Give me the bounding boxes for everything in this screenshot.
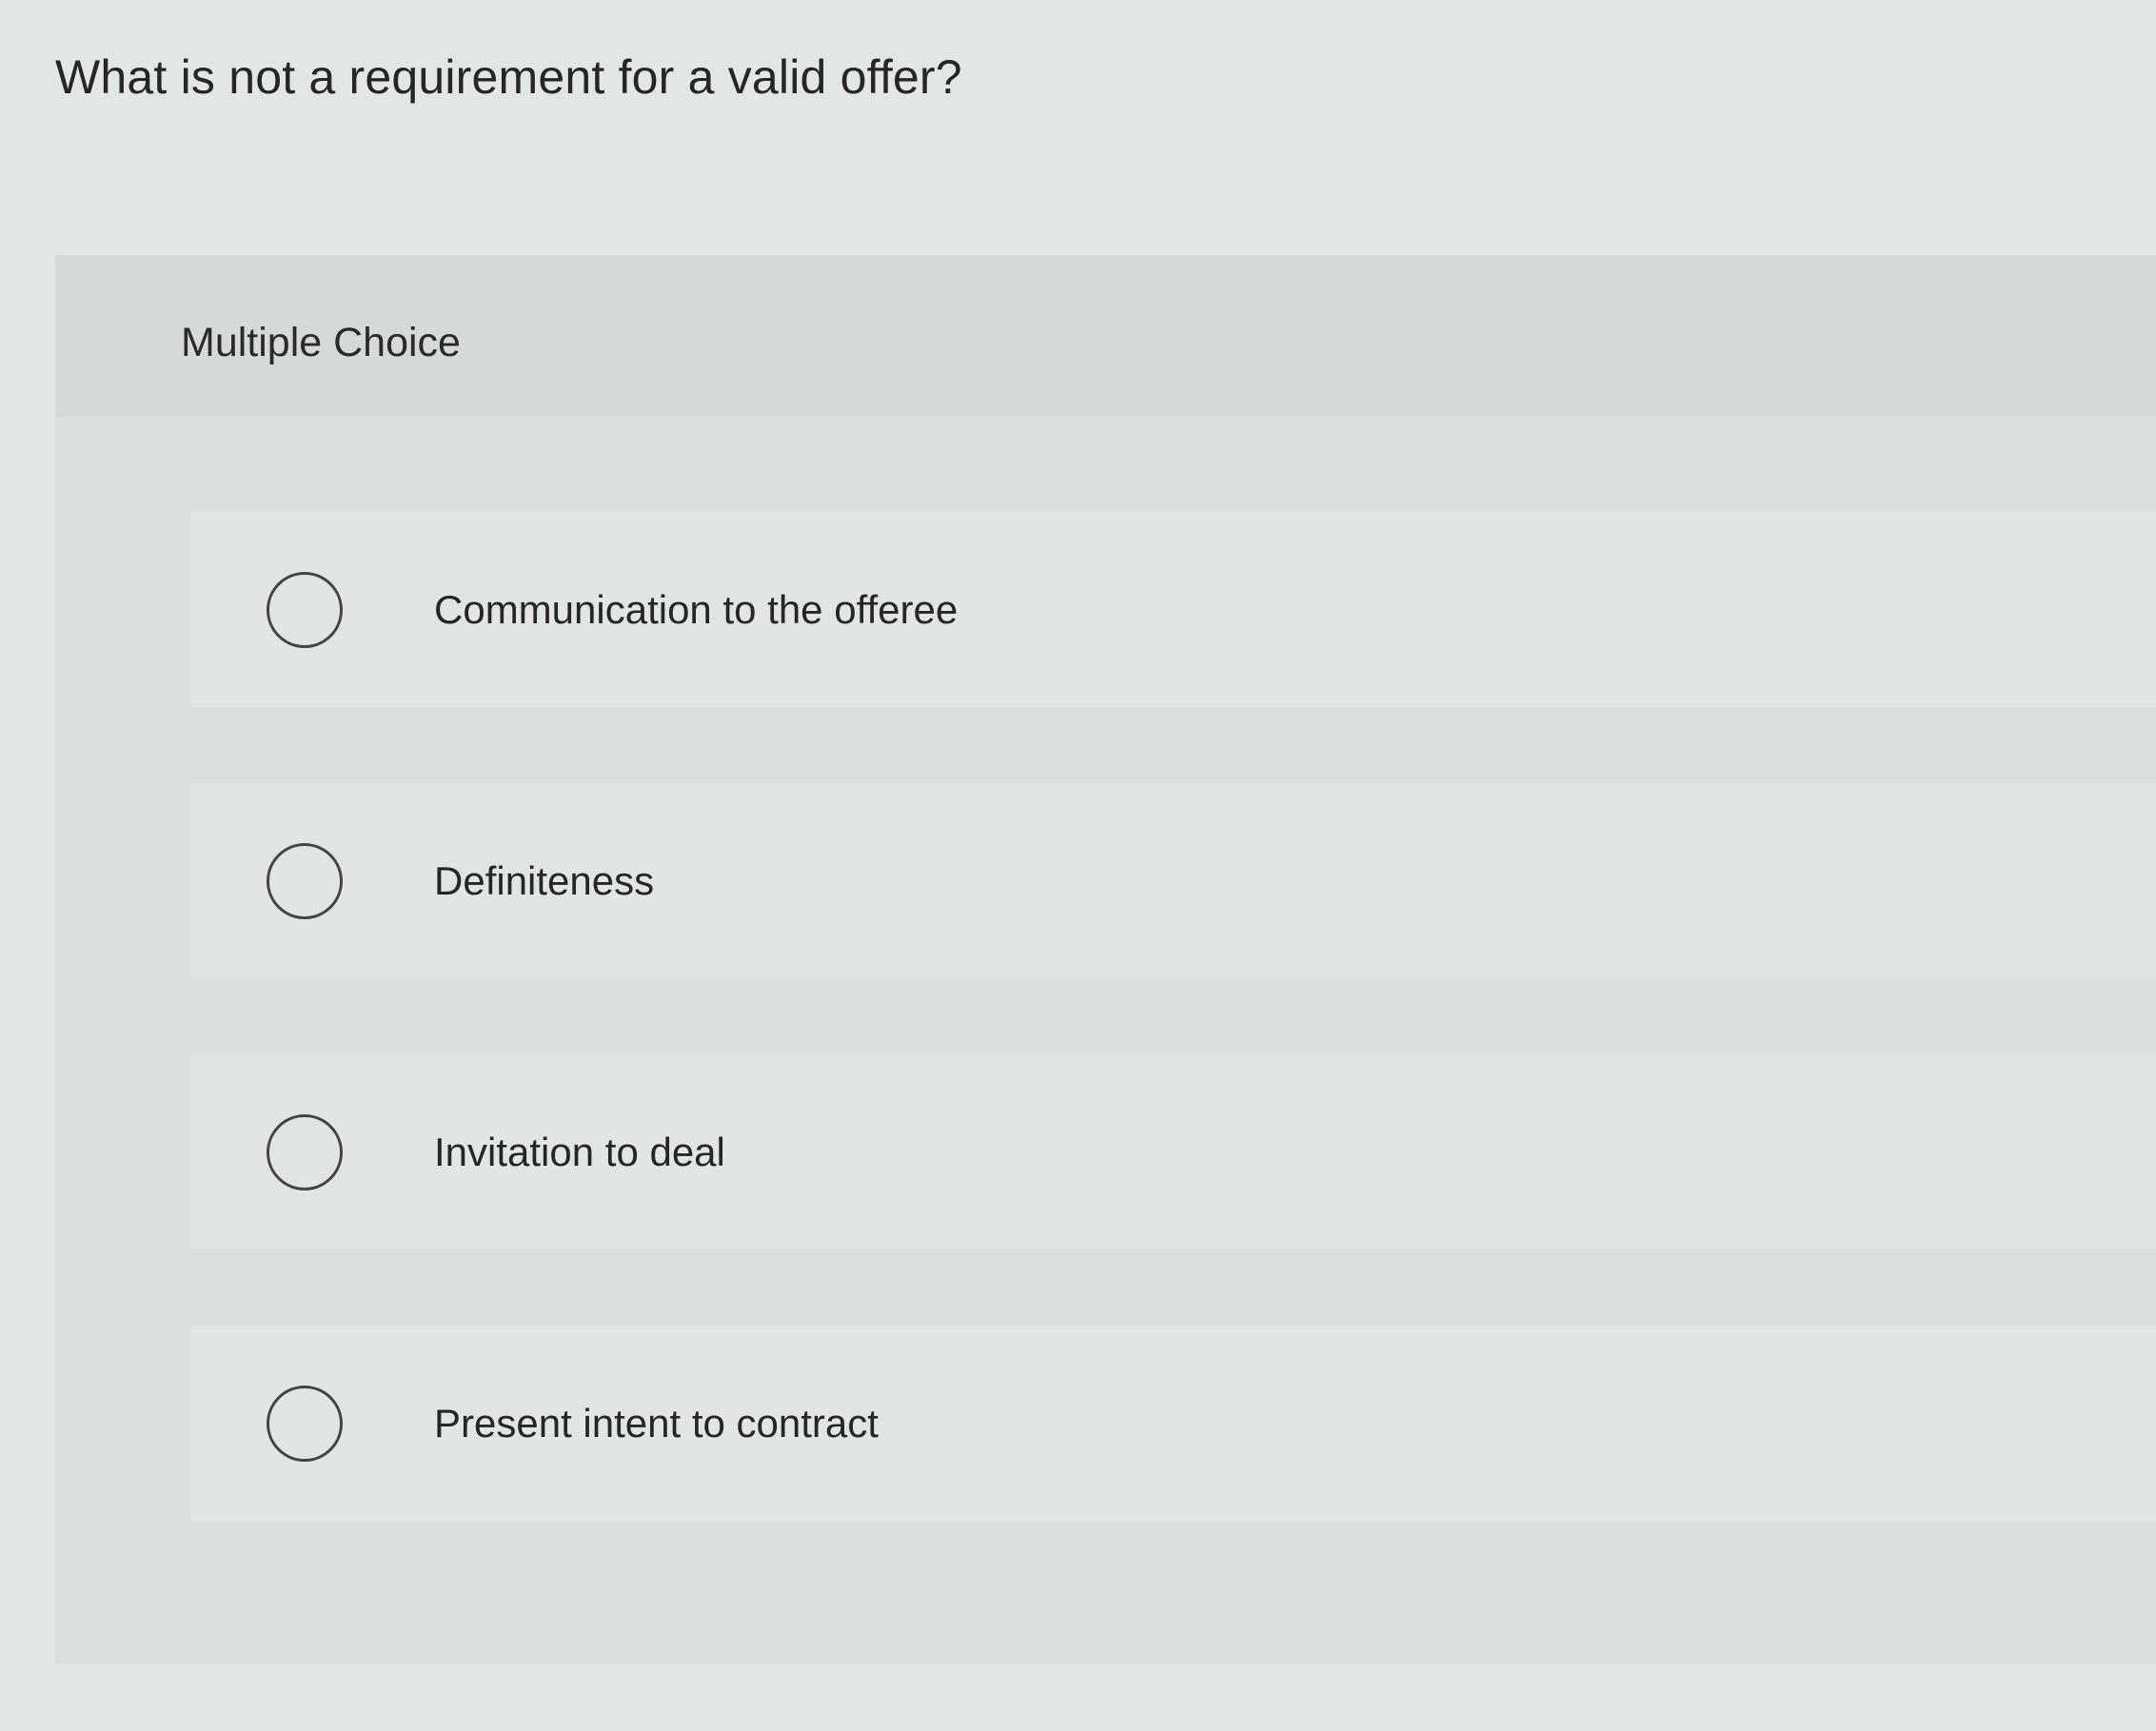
answer-option-1[interactable]: Communication to the offeree bbox=[190, 512, 2156, 707]
radio-button-icon[interactable] bbox=[267, 571, 343, 648]
answer-option-label[interactable]: Invitation to deal bbox=[434, 1130, 725, 1175]
answer-option-4[interactable]: Present intent to contract bbox=[190, 1326, 2156, 1521]
answer-option-label[interactable]: Communication to the offeree bbox=[434, 587, 958, 633]
question-text: What is not a requirement for a valid of… bbox=[55, 50, 962, 104]
answer-option-label[interactable]: Definiteness bbox=[434, 858, 654, 904]
multiple-choice-label: Multiple Choice bbox=[181, 320, 461, 365]
radio-button-icon[interactable] bbox=[267, 842, 343, 919]
multiple-choice-header: Multiple Choice bbox=[55, 255, 2156, 417]
answer-options: Communication to the offeree Definitenes… bbox=[190, 512, 2156, 1597]
answer-option-label[interactable]: Present intent to contract bbox=[434, 1401, 879, 1446]
answer-option-3[interactable]: Invitation to deal bbox=[190, 1054, 2156, 1249]
radio-button-icon[interactable] bbox=[267, 1385, 343, 1462]
answer-option-2[interactable]: Definiteness bbox=[190, 783, 2156, 978]
multiple-choice-panel: Multiple Choice Communication to the off… bbox=[55, 255, 2156, 1663]
radio-button-icon[interactable] bbox=[267, 1113, 343, 1190]
